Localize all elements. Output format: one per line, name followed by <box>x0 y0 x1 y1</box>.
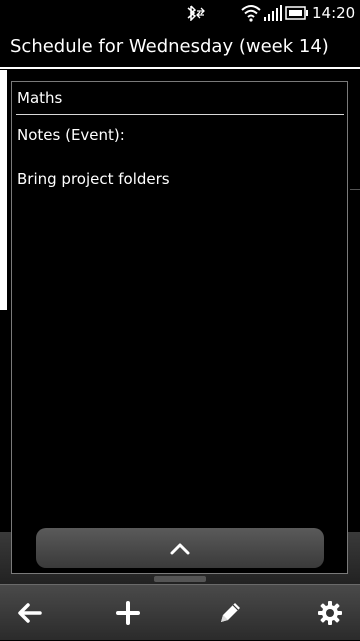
clock: 14:20 <box>312 4 356 22</box>
divider <box>350 189 360 190</box>
battery-icon <box>285 6 308 20</box>
bottom-toolbar <box>0 584 360 640</box>
divider <box>0 67 360 69</box>
selected-row-indicator <box>0 70 7 310</box>
gear-icon <box>318 601 342 625</box>
collapse-button[interactable] <box>36 528 324 568</box>
back-button[interactable] <box>0 585 60 641</box>
plus-icon <box>116 601 140 625</box>
page-title: Schedule for Wednesday (week 14) <box>10 36 329 57</box>
edit-button[interactable] <box>200 585 260 641</box>
bluetooth-icon <box>187 5 205 21</box>
status-bar: 14:20 <box>0 0 360 28</box>
notes-text: Bring project folders <box>17 170 170 188</box>
add-button[interactable] <box>98 585 158 641</box>
drag-handle[interactable] <box>154 576 206 582</box>
chevron-up-icon <box>170 543 190 555</box>
event-title: Maths <box>17 89 63 107</box>
signal-icon <box>264 5 282 21</box>
back-arrow-icon <box>18 603 42 623</box>
settings-button[interactable] <box>300 585 360 641</box>
wifi-icon <box>241 5 261 22</box>
notes-label: Notes (Event): <box>17 126 125 144</box>
pencil-icon <box>221 603 240 622</box>
event-details-popup: Maths Notes (Event): Bring project folde… <box>11 81 348 574</box>
divider <box>16 114 344 115</box>
